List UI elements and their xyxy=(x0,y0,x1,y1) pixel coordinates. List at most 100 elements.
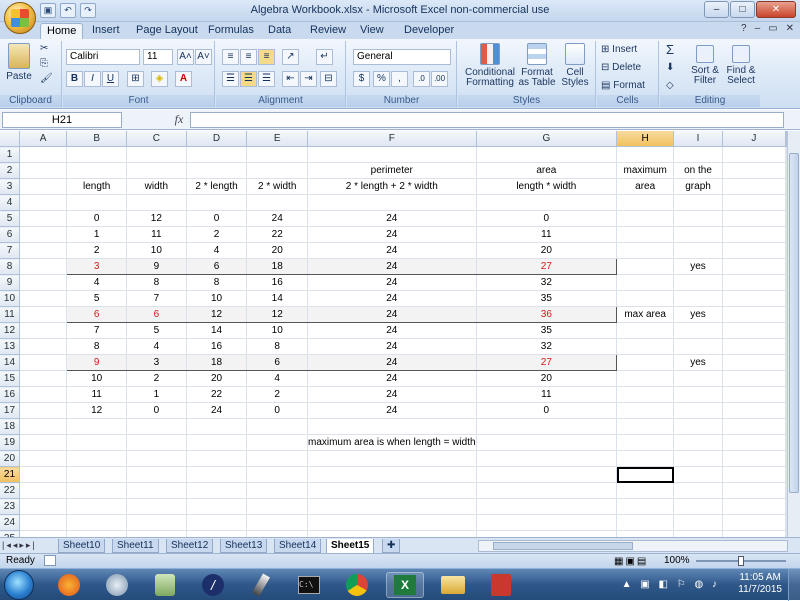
row-header[interactable]: 15 xyxy=(0,370,20,388)
row-header[interactable]: 22 xyxy=(0,482,20,500)
cell[interactable]: 2 * length xyxy=(186,178,248,196)
cell[interactable] xyxy=(673,450,723,468)
cell[interactable]: 0 xyxy=(66,210,128,228)
cell[interactable] xyxy=(307,466,477,484)
copy-icon[interactable]: ⎘ xyxy=(40,59,48,69)
column-header[interactable]: C xyxy=(126,131,187,148)
cell[interactable] xyxy=(19,466,68,484)
cell[interactable]: 24 xyxy=(307,306,477,324)
cell[interactable]: on the xyxy=(673,162,723,180)
cell[interactable]: 32 xyxy=(476,274,618,292)
align-top-icon[interactable]: ≡ xyxy=(222,49,239,65)
paste-button[interactable]: Paste xyxy=(4,43,34,82)
cell[interactable]: 6 xyxy=(126,306,187,324)
cell[interactable]: 8 xyxy=(66,338,128,356)
cell[interactable] xyxy=(722,434,787,452)
cell[interactable] xyxy=(19,434,68,452)
cell[interactable] xyxy=(476,450,618,468)
cell[interactable]: maximum area is when length = width xyxy=(307,434,477,452)
sheet-nav-icon[interactable]: |◂◂▸▸| xyxy=(2,540,37,551)
cell[interactable]: graph xyxy=(673,178,723,196)
font-name-select[interactable]: Calibri xyxy=(66,49,140,65)
cell[interactable]: yes xyxy=(673,306,723,324)
format-cells-button[interactable]: ▤ Format xyxy=(601,81,645,91)
cell[interactable]: 24 xyxy=(307,274,477,292)
cell[interactable] xyxy=(307,418,477,436)
sheet-tab[interactable]: Sheet12 xyxy=(166,539,214,553)
system-tray-icons[interactable]: ▲ ▣ ◧ ⚐ ◍ ♪ xyxy=(622,579,720,590)
cell[interactable] xyxy=(126,498,187,516)
grow-font-icon[interactable]: A˄ xyxy=(177,49,194,65)
merge-center-icon[interactable]: ⊟ xyxy=(320,71,337,87)
cell[interactable] xyxy=(186,482,248,500)
cell[interactable] xyxy=(722,242,787,260)
cell[interactable] xyxy=(722,178,787,196)
cell[interactable] xyxy=(722,226,787,244)
cell[interactable] xyxy=(673,274,723,292)
cell[interactable]: 24 xyxy=(307,226,477,244)
column-header[interactable]: A xyxy=(19,131,68,148)
column-header[interactable]: I xyxy=(673,131,723,148)
tab-formulas[interactable]: Formulas xyxy=(202,23,260,39)
cell[interactable]: 6 xyxy=(66,306,128,324)
ribbon-restore-icon[interactable]: ▭ xyxy=(768,23,777,34)
row-header[interactable]: 18 xyxy=(0,418,20,436)
cell[interactable] xyxy=(673,466,723,484)
cell[interactable]: 20 xyxy=(476,242,618,260)
format-painter-icon[interactable]: 🖌 xyxy=(40,74,53,84)
row-header[interactable]: 8 xyxy=(0,258,20,276)
currency-button[interactable]: $ xyxy=(353,71,370,87)
cell[interactable]: 10 xyxy=(246,322,308,340)
zoom-level[interactable]: 100% xyxy=(664,554,690,568)
cell[interactable] xyxy=(616,386,675,404)
cell[interactable]: 3 xyxy=(66,258,128,276)
cell[interactable] xyxy=(19,274,68,292)
cell[interactable]: yes xyxy=(673,354,723,372)
cell[interactable] xyxy=(476,194,618,212)
cell-styles-button[interactable]: Cell Styles xyxy=(558,43,592,88)
cell[interactable]: 1 xyxy=(126,386,187,404)
cell[interactable]: 10 xyxy=(66,370,128,388)
cell[interactable]: 35 xyxy=(476,322,618,340)
vertical-scrollbar[interactable] xyxy=(787,131,800,537)
italic-button[interactable]: I xyxy=(84,71,101,87)
cell[interactable] xyxy=(673,242,723,260)
cell[interactable] xyxy=(673,146,723,164)
cell[interactable] xyxy=(722,290,787,308)
cell[interactable] xyxy=(307,482,477,500)
cell[interactable]: width xyxy=(126,178,187,196)
cell[interactable] xyxy=(616,354,675,372)
command-prompt-icon[interactable]: C:\ xyxy=(290,572,328,598)
row-header[interactable]: 6 xyxy=(0,226,20,244)
cell[interactable]: 35 xyxy=(476,290,618,308)
sheet-tab[interactable]: Sheet11 xyxy=(112,539,159,553)
cell[interactable] xyxy=(722,402,787,420)
clock[interactable]: 11:05 AM 11/7/2015 xyxy=(738,572,782,596)
cell[interactable]: 7 xyxy=(66,322,128,340)
cell[interactable] xyxy=(616,290,675,308)
cell[interactable] xyxy=(126,434,187,452)
shrink-font-icon[interactable]: A˅ xyxy=(195,49,212,65)
cell[interactable] xyxy=(186,498,248,516)
cell[interactable]: 11 xyxy=(66,386,128,404)
align-center-icon[interactable]: ☰ xyxy=(240,71,257,87)
cell[interactable] xyxy=(616,338,675,356)
cell[interactable] xyxy=(722,354,787,372)
cell[interactable]: 0 xyxy=(476,210,618,228)
cell[interactable] xyxy=(722,466,787,484)
cell-table[interactable]: ABCDEFGHIJ 1 2 perimeter area maximum on the 3… xyxy=(0,131,787,537)
chrome-icon[interactable] xyxy=(338,572,376,598)
row-header[interactable]: 4 xyxy=(0,194,20,212)
cell[interactable] xyxy=(126,146,187,164)
cell[interactable] xyxy=(66,450,128,468)
cell[interactable] xyxy=(476,466,618,484)
align-right-icon[interactable]: ☰ xyxy=(258,71,275,87)
cell[interactable]: max area xyxy=(616,306,675,324)
cell[interactable] xyxy=(19,322,68,340)
borders-icon[interactable]: ⊞ xyxy=(127,71,144,87)
cell[interactable] xyxy=(307,146,477,164)
cell[interactable]: 36 xyxy=(476,306,618,324)
cell[interactable] xyxy=(19,514,68,532)
font-color-icon[interactable]: A xyxy=(175,71,192,87)
cell[interactable] xyxy=(19,386,68,404)
